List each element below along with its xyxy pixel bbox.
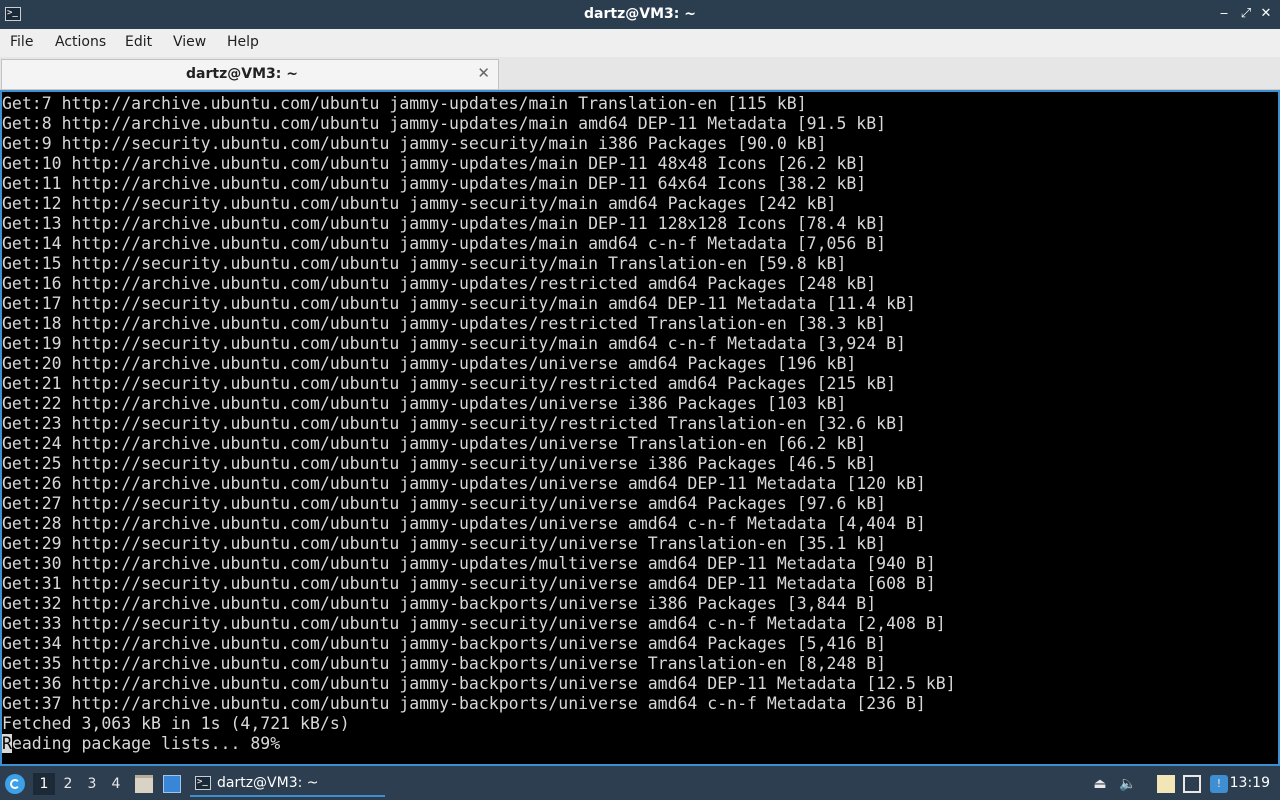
terminal-line: Get:27 http://security.ubuntu.com/ubuntu… — [2, 494, 887, 513]
drive-icon[interactable]: ⏏ — [1091, 775, 1109, 793]
terminal-line: Get:28 http://archive.ubuntu.com/ubuntu … — [2, 514, 926, 533]
terminal-line: Fetched 3,063 kB in 1s (4,721 kB/s) — [2, 714, 350, 733]
terminal-line: Get:10 http://archive.ubuntu.com/ubuntu … — [2, 154, 867, 173]
terminal-line: Get:22 http://archive.ubuntu.com/ubuntu … — [2, 394, 847, 413]
minimize-button[interactable]: ‒ — [1216, 6, 1232, 22]
tab-bar: dartz@VM3: ~ ✕ — [0, 57, 1280, 90]
menu-file[interactable]: File — [10, 34, 33, 50]
terminal-line: Get:19 http://security.ubuntu.com/ubuntu… — [2, 334, 906, 353]
show-desktop-icon[interactable] — [163, 775, 181, 793]
terminal-current-line: Reading package lists... 89% — [2, 734, 956, 754]
terminal-line: Get:29 http://security.ubuntu.com/ubuntu… — [2, 534, 887, 553]
terminal-line: Get:8 http://archive.ubuntu.com/ubuntu j… — [2, 114, 887, 133]
menu-bar: File Actions Edit View Help — [0, 29, 1280, 57]
terminal-line: Get:33 http://security.ubuntu.com/ubuntu… — [2, 614, 946, 633]
task-label: dartz@VM3: ~ — [217, 775, 319, 791]
menu-actions[interactable]: Actions — [55, 34, 106, 50]
terminal-line: Get:21 http://security.ubuntu.com/ubuntu… — [2, 374, 897, 393]
terminal-line: Get:32 http://archive.ubuntu.com/ubuntu … — [2, 594, 877, 613]
terminal-line: Get:9 http://security.ubuntu.com/ubuntu … — [2, 134, 827, 153]
tab-close-icon[interactable]: ✕ — [477, 64, 490, 82]
workspace-2[interactable]: 2 — [57, 773, 79, 795]
menu-view[interactable]: View — [173, 34, 206, 50]
terminal-line: Get:14 http://archive.ubuntu.com/ubuntu … — [2, 234, 887, 253]
terminal-task-icon: >_ — [195, 776, 211, 790]
terminal-line: Get:23 http://security.ubuntu.com/ubuntu… — [2, 414, 906, 433]
taskbar-terminal-button[interactable]: >_ dartz@VM3: ~ — [190, 771, 385, 797]
terminal-line: Get:12 http://security.ubuntu.com/ubuntu… — [2, 194, 837, 213]
terminal-line: Get:31 http://security.ubuntu.com/ubuntu… — [2, 574, 936, 593]
workspace-3[interactable]: 3 — [81, 773, 103, 795]
volume-icon[interactable]: 🔈 — [1119, 775, 1137, 793]
terminal-line: Get:24 http://archive.ubuntu.com/ubuntu … — [2, 434, 867, 453]
workspace-1[interactable]: 1 — [33, 773, 55, 795]
terminal-line: Get:13 http://archive.ubuntu.com/ubuntu … — [2, 214, 887, 233]
window-titlebar[interactable]: >_ dartz@VM3: ~ ‒ ⤢ ✕ — [0, 0, 1280, 29]
window-title: dartz@VM3: ~ — [584, 6, 696, 22]
file-manager-icon[interactable] — [135, 775, 153, 793]
terminal-line: Get:11 http://archive.ubuntu.com/ubuntu … — [2, 174, 867, 193]
terminal-line: Get:17 http://security.ubuntu.com/ubuntu… — [2, 294, 916, 313]
terminal-line: Get:20 http://archive.ubuntu.com/ubuntu … — [2, 354, 857, 373]
tab-label: dartz@VM3: ~ — [186, 66, 298, 82]
start-menu-icon[interactable] — [5, 774, 25, 794]
terminal-output[interactable]: Get:7 http://archive.ubuntu.com/ubuntu j… — [0, 90, 1280, 766]
update-icon[interactable]: ! — [1210, 775, 1228, 793]
terminal-line: Get:35 http://archive.ubuntu.com/ubuntu … — [2, 654, 887, 673]
terminal-line: Get:16 http://archive.ubuntu.com/ubuntu … — [2, 274, 877, 293]
terminal-line: Get:37 http://archive.ubuntu.com/ubuntu … — [2, 694, 926, 713]
maximize-button[interactable]: ⤢ — [1238, 6, 1254, 22]
taskbar: 1 2 3 4 >_ dartz@VM3: ~ ⏏ 🔈 ! 13:19 — [0, 768, 1280, 800]
terminal-line: Get:15 http://security.ubuntu.com/ubuntu… — [2, 254, 847, 273]
terminal-line: Get:7 http://archive.ubuntu.com/ubuntu j… — [2, 94, 807, 113]
close-button[interactable]: ✕ — [1258, 6, 1274, 22]
terminal-line: Get:30 http://archive.ubuntu.com/ubuntu … — [2, 554, 936, 573]
workspace-4[interactable]: 4 — [105, 773, 127, 795]
network-icon[interactable] — [1183, 775, 1201, 793]
terminal-lines: Get:7 http://archive.ubuntu.com/ubuntu j… — [2, 94, 956, 754]
terminal-tab[interactable]: dartz@VM3: ~ ✕ — [1, 59, 499, 89]
terminal-line: Get:26 http://archive.ubuntu.com/ubuntu … — [2, 474, 926, 493]
menu-help[interactable]: Help — [227, 34, 259, 50]
terminal-cursor: R — [2, 734, 12, 753]
clipboard-icon[interactable] — [1157, 775, 1175, 793]
terminal-line: Get:36 http://archive.ubuntu.com/ubuntu … — [2, 674, 956, 693]
terminal-line: Get:25 http://security.ubuntu.com/ubuntu… — [2, 454, 877, 473]
clock: 13:19 — [1229, 775, 1270, 791]
menu-edit[interactable]: Edit — [125, 34, 152, 50]
terminal-line: Get:34 http://archive.ubuntu.com/ubuntu … — [2, 634, 887, 653]
terminal-line: Get:18 http://archive.ubuntu.com/ubuntu … — [2, 314, 887, 333]
terminal-progress-text: eading package lists... 89% — [11, 734, 281, 753]
